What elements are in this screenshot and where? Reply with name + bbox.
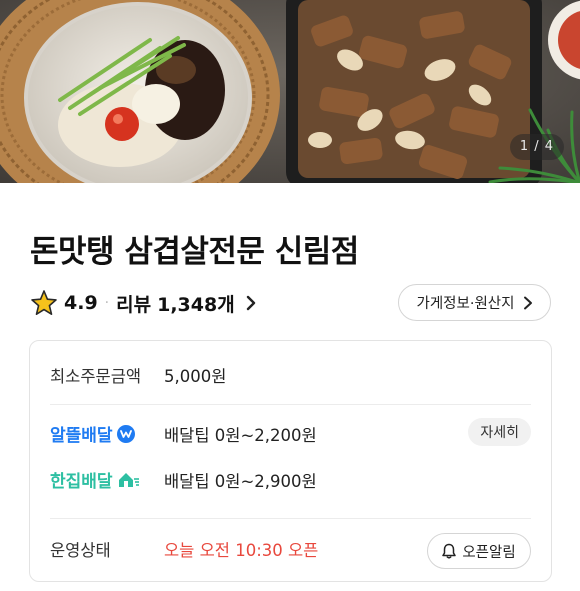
min-order-value: 5,000원	[164, 367, 227, 386]
rating-row[interactable]: 4.9 · 리뷰 1,348개	[30, 286, 257, 320]
delivery-option-row: 한집배달 배달팁 0원~2,900원	[50, 467, 531, 493]
status-value: 오늘 오전 10:30 오픈	[164, 541, 319, 560]
single-delivery-icon	[118, 472, 139, 487]
divider	[50, 518, 531, 519]
thrift-delivery-icon	[116, 424, 135, 443]
delivery-fee: 배달팁 0원~2,900원	[164, 471, 317, 491]
min-order-label: 최소주문금액	[50, 367, 142, 386]
store-info-button[interactable]: 가게정보·원산지	[398, 284, 551, 321]
min-order-row: 최소주문금액 5,000원	[50, 363, 531, 387]
bell-icon	[442, 543, 457, 559]
delivery-brand: 알뜰배달	[50, 421, 164, 446]
status-label: 운영상태	[50, 541, 111, 560]
food-photo	[0, 0, 580, 183]
review-count: 1,348개	[157, 293, 235, 316]
hero-image[interactable]: 1 / 4	[0, 0, 580, 183]
store-name: 돈맛탱 삼겹살전문 신림점	[30, 234, 359, 270]
review-label: 리뷰	[116, 293, 152, 316]
chevron-right-icon	[246, 295, 255, 311]
delivery-option-row: 알뜰배달 배달팁 0원~2,200원	[50, 421, 531, 446]
rating-score: 4.9	[64, 292, 98, 314]
open-alarm-label: 오픈알림	[462, 544, 516, 561]
star-icon	[31, 290, 57, 315]
delivery-brand-label: 알뜰배달	[50, 426, 113, 446]
image-page-counter: 1 / 4	[509, 134, 564, 160]
delivery-fee: 배달팁 0원~2,200원	[164, 425, 317, 445]
divider	[50, 404, 531, 405]
detail-button[interactable]: 자세히	[468, 418, 531, 446]
order-info-card: 최소주문금액 5,000원 알뜰배달 배달팁 0원~2,200원 자세히 한집배…	[29, 340, 552, 582]
delivery-brand: 한집배달	[50, 467, 164, 492]
open-alarm-button[interactable]: 오픈알림	[427, 533, 531, 569]
rating-separator: ·	[104, 295, 110, 311]
chevron-right-icon	[523, 296, 532, 309]
delivery-brand-label: 한집배달	[50, 472, 113, 492]
store-info-label: 가게정보·원산지	[416, 296, 515, 312]
